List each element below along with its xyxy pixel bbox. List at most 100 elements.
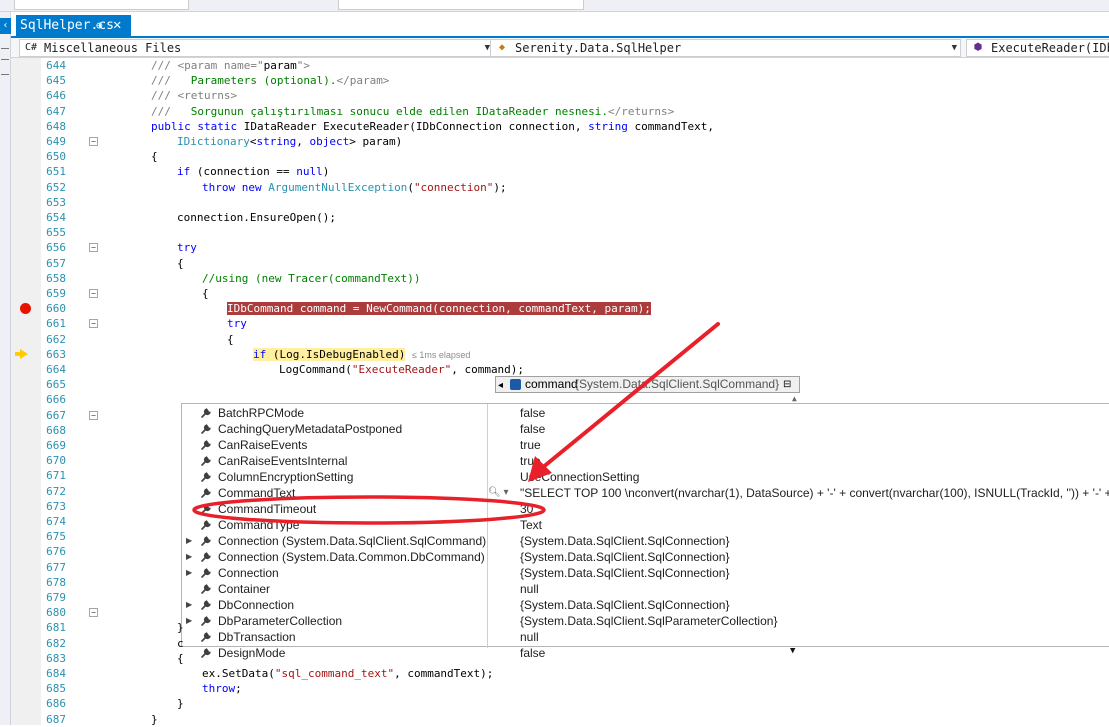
property-name: ColumnEncryptionSetting (218, 470, 354, 484)
code-line[interactable]: throw new ArgumentNullException("connect… (202, 180, 507, 195)
project-dropdown-value: Miscellaneous Files (44, 41, 182, 55)
breakpoint-icon[interactable] (20, 303, 31, 314)
property-value[interactable]: 30 (520, 501, 533, 517)
datatip-table[interactable]: BatchRPCMode false CachingQueryMetadataPos… (181, 403, 1109, 660)
code-line[interactable]: { (177, 651, 184, 666)
property-value[interactable]: false (520, 421, 545, 437)
datatip-row[interactable]: CachingQueryMetadataPostponed false (182, 421, 1109, 437)
code-line[interactable]: //using (new Tracer(commandText)) (202, 271, 421, 286)
property-value[interactable]: true (520, 437, 541, 453)
property-value[interactable]: {System.Data.SqlClient.SqlParameterColle… (520, 613, 777, 629)
scroll-down-icon[interactable]: ▼ (790, 646, 795, 656)
code-line[interactable]: } (177, 696, 184, 711)
code-line[interactable]: IDictionary<string, object> param) (177, 134, 402, 149)
code-line[interactable]: IDbCommand command = NewCommand(connecti… (227, 301, 651, 316)
property-value[interactable]: "SELECT TOP 100 \nconvert(nvarchar(1), D… (520, 485, 1109, 501)
property-value[interactable]: null (520, 581, 539, 597)
collapse-toggle-icon[interactable]: − (89, 137, 98, 146)
code-line[interactable]: { (177, 256, 184, 271)
collapse-toggle-icon[interactable]: − (89, 411, 98, 420)
datatip-row[interactable]: CanRaiseEvents true (182, 437, 1109, 453)
visualizer-icon[interactable]: 🔍︎ ▾ (488, 485, 509, 501)
property-name: Connection (System.Data.Common.DbCommand… (218, 550, 485, 564)
datatip-row[interactable]: ▶ Connection {System.Data.SqlClient.SqlCon… (182, 565, 1109, 581)
datatip-row[interactable]: CommandText 🔍︎ ▾ "SELECT TOP 100 \nconvert… (182, 485, 1109, 501)
datatip-header[interactable]: ◂ command {System.Data.SqlClient.SqlComm… (495, 376, 800, 393)
code-line[interactable]: public static IDataReader ExecuteReader(… (151, 119, 714, 134)
code-line[interactable]: c (177, 636, 184, 651)
indicator-margin[interactable] (11, 58, 41, 725)
datatip-row[interactable]: ▶ Connection (System.Data.SqlClient.SqlCo… (182, 533, 1109, 549)
property-value[interactable]: {System.Data.SqlClient.SqlConnection} (520, 549, 729, 565)
datatip-row[interactable]: CommandTimeout 30 (182, 501, 1109, 517)
project-dropdown[interactable]: C# Miscellaneous Files ▼ (19, 39, 494, 57)
property-value[interactable]: {System.Data.SqlClient.SqlConnection} (520, 533, 729, 549)
datatip-row[interactable]: Container null (182, 581, 1109, 597)
datatip-row[interactable]: BatchRPCMode false (182, 405, 1109, 421)
property-name: DesignMode (218, 646, 286, 660)
code-line[interactable]: ex.SetData("sql_command_text", commandTe… (202, 666, 493, 681)
datatip-row[interactable]: CommandType Text (182, 517, 1109, 533)
property-value[interactable]: {System.Data.SqlClient.SqlConnection} (520, 597, 729, 613)
toolbar-field[interactable] (338, 0, 584, 10)
collapse-toggle-icon[interactable]: − (89, 319, 98, 328)
datatip-row[interactable]: ▶ DbConnection {System.Data.SqlClient.SqlC… (182, 597, 1109, 613)
code-line[interactable]: /// Sorgunun çalıştırılması sonucu elde … (151, 104, 674, 119)
property-wrench-icon (200, 535, 214, 547)
close-icon[interactable]: ✕ (113, 15, 121, 36)
code-line[interactable]: throw; (202, 681, 242, 696)
code-line[interactable]: { (202, 286, 209, 301)
collapse-icon[interactable]: ‹ (0, 18, 11, 34)
code-line[interactable]: LogCommand("ExecuteReader", command); (279, 362, 524, 377)
property-value[interactable]: {System.Data.SqlClient.SqlConnection} (520, 565, 729, 581)
datatip-row[interactable]: DbTransaction null (182, 629, 1109, 645)
line-number: 656 (46, 241, 66, 254)
scroll-up-icon[interactable]: ▲ (792, 394, 797, 403)
expand-arrow-icon[interactable]: ▶ (186, 613, 192, 629)
datatip-row[interactable]: ColumnEncryptionSetting UseConnectionSett… (182, 469, 1109, 485)
property-wrench-icon (200, 423, 214, 435)
property-value[interactable]: UseConnectionSetting (520, 469, 639, 485)
expand-arrow-icon[interactable]: ▶ (186, 549, 192, 565)
code-line[interactable]: } (177, 620, 184, 635)
datatip-row[interactable]: ▶ DbParameterCollection {System.Data.SqlCl… (182, 613, 1109, 629)
expand-arrow-icon[interactable]: ▶ (186, 533, 192, 549)
code-line[interactable]: /// Parameters (optional).</param> (151, 73, 389, 88)
line-number: 669 (46, 439, 66, 452)
property-value[interactable]: false (520, 645, 545, 661)
code-line[interactable]: try (227, 316, 247, 331)
property-value[interactable]: true (520, 453, 541, 469)
code-line[interactable]: { (227, 332, 234, 347)
property-name: BatchRPCMode (218, 406, 305, 420)
property-name: Container (218, 582, 271, 596)
tab-sqlhelper[interactable]: SqlHelper.cs ⊕ ✕ (16, 15, 131, 36)
code-line[interactable]: { (151, 149, 158, 164)
code-line[interactable]: /// <returns> (151, 88, 237, 103)
property-value[interactable]: null (520, 629, 539, 645)
expand-arrow-icon[interactable]: ▶ (186, 597, 192, 613)
collapse-toggle-icon[interactable]: − (89, 289, 98, 298)
code-line[interactable]: connection.EnsureOpen(); (177, 210, 336, 225)
datatip-row[interactable]: ▶ Connection (System.Data.Common.DbComman… (182, 549, 1109, 565)
code-line[interactable]: try (177, 240, 197, 255)
member-dropdown[interactable]: ⬢ ExecuteReader(IDbConn (966, 39, 1109, 57)
code-line[interactable]: if (connection == null) (177, 164, 329, 179)
toolbar-field[interactable] (14, 0, 189, 10)
pin-icon[interactable]: ⊕ (96, 15, 103, 36)
line-number: 664 (46, 363, 66, 376)
collapse-toggle-icon[interactable]: − (89, 608, 98, 617)
code-line[interactable]: /// <param name="param"> (151, 58, 310, 73)
pin-icon[interactable]: ⊟ (783, 377, 791, 392)
expand-arrow-icon[interactable]: ▶ (186, 565, 192, 581)
class-dropdown[interactable]: ◆ Serenity.Data.SqlHelper ▼ (490, 39, 961, 57)
datatip-row[interactable]: CanRaiseEventsInternal true (182, 453, 1109, 469)
datatip-row[interactable]: DesignMode false (182, 645, 1109, 661)
code-line[interactable]: if (Log.IsDebugEnabled) ≤ 1ms elapsed (253, 347, 470, 362)
chevron-down-icon[interactable]: ▼ (952, 40, 957, 56)
line-number: 683 (46, 652, 66, 665)
property-value[interactable]: false (520, 405, 545, 421)
expand-icon[interactable]: ◂ (498, 378, 503, 393)
property-value[interactable]: Text (520, 517, 542, 533)
collapse-toggle-icon[interactable]: − (89, 243, 98, 252)
property-name: CommandText (218, 486, 296, 500)
